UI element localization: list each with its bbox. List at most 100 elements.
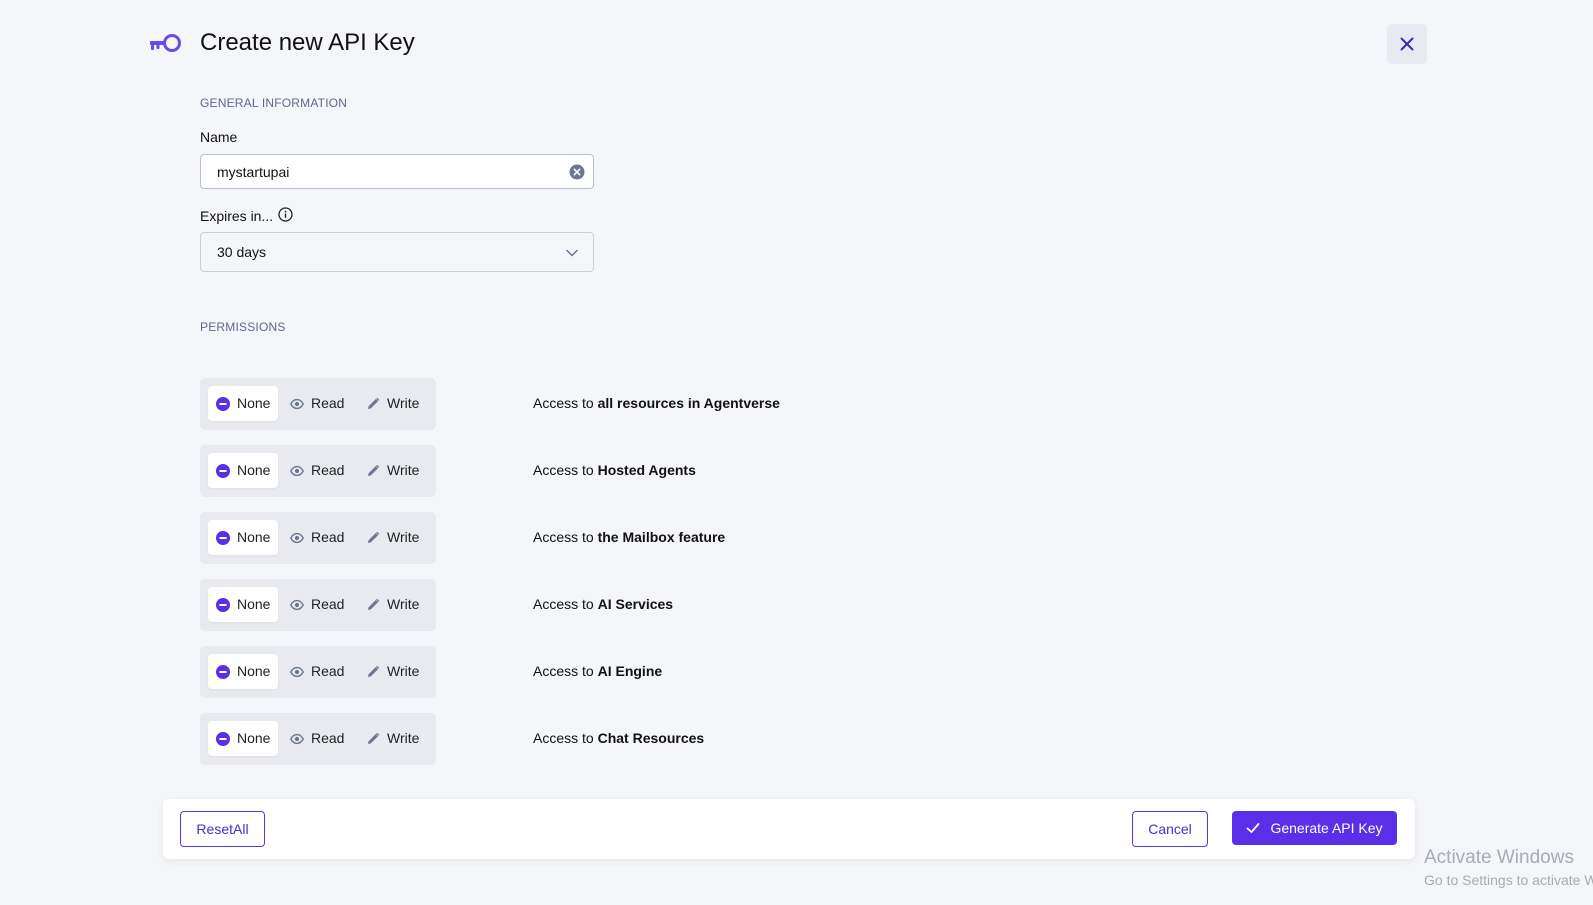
permission-none-label: None (237, 529, 271, 545)
check-icon (1247, 823, 1260, 833)
none-icon (216, 665, 230, 679)
reset-all-button[interactable]: ResetAll (180, 811, 265, 847)
permission-resource: all resources in Agentverse (597, 395, 780, 411)
permission-row: None Read Write Access to AI Services (200, 579, 900, 631)
permission-resource: Hosted Agents (597, 462, 696, 478)
permission-prefix: Access to (533, 462, 598, 478)
permission-level-toggle: None Read Write (200, 579, 436, 631)
permission-write-label: Write (387, 730, 420, 746)
permission-description: Access to AI Services (533, 596, 673, 613)
permission-write-option[interactable]: Write (358, 386, 428, 421)
permission-none-option[interactable]: None (208, 520, 278, 555)
permission-level-toggle: None Read Write (200, 512, 436, 564)
eye-icon (290, 666, 304, 678)
page-title: Create new API Key (200, 29, 415, 56)
pencil-icon (368, 598, 380, 610)
permission-none-option[interactable]: None (208, 721, 278, 756)
permission-none-label: None (237, 663, 271, 679)
permission-none-option[interactable]: None (208, 386, 278, 421)
permission-write-label: Write (387, 596, 420, 612)
permission-description: Access to all resources in Agentverse (533, 395, 780, 412)
clear-input-icon[interactable] (569, 164, 585, 180)
permission-write-option[interactable]: Write (358, 654, 428, 689)
permission-none-option[interactable]: None (208, 587, 278, 622)
footer-bar: ResetAll Cancel Generate API Key (163, 799, 1415, 859)
none-icon (216, 464, 230, 478)
eye-icon (290, 465, 304, 477)
general-information-heading: GENERAL INFORMATION (200, 96, 348, 110)
chevron-down-icon (566, 249, 578, 257)
permission-write-option[interactable]: Write (358, 453, 428, 488)
permission-prefix: Access to (533, 596, 598, 612)
activate-windows-watermark: Activate Windows (1424, 847, 1574, 868)
name-input[interactable]: mystartupai (200, 154, 594, 189)
permission-resource: the Mailbox feature (597, 529, 726, 545)
permission-level-toggle: None Read Write (200, 445, 436, 497)
activate-windows-subtitle: Go to Settings to activate Windows. (1424, 872, 1593, 888)
cancel-button[interactable]: Cancel (1132, 811, 1208, 847)
permission-resource: AI Engine (597, 663, 663, 679)
permission-read-option[interactable]: Read (282, 453, 354, 488)
expires-select-value: 30 days (217, 244, 267, 260)
permission-write-label: Write (387, 462, 420, 478)
permission-resource: AI Services (597, 596, 674, 612)
expires-select[interactable]: 30 days (200, 232, 594, 272)
info-icon[interactable] (278, 207, 293, 222)
permission-level-toggle: None Read Write (200, 378, 436, 430)
permission-write-option[interactable]: Write (358, 721, 428, 756)
permission-row: None Read Write Access to Chat Resources (200, 713, 900, 765)
name-label: Name (200, 129, 238, 145)
permission-read-label: Read (311, 529, 345, 545)
permission-prefix: Access to (533, 730, 598, 746)
permission-prefix: Access to (533, 529, 598, 545)
eye-icon (290, 398, 304, 410)
permission-read-label: Read (311, 730, 345, 746)
permission-none-option[interactable]: None (208, 453, 278, 488)
permission-read-option[interactable]: Read (282, 721, 354, 756)
eye-icon (290, 599, 304, 611)
permission-read-option[interactable]: Read (282, 386, 354, 421)
permission-read-label: Read (311, 462, 345, 478)
permission-none-label: None (237, 730, 271, 746)
permission-read-label: Read (311, 596, 345, 612)
key-icon (150, 34, 181, 52)
permission-prefix: Access to (533, 395, 598, 411)
close-icon (1400, 37, 1414, 51)
permission-write-option[interactable]: Write (358, 520, 428, 555)
none-icon (216, 397, 230, 411)
pencil-icon (368, 464, 380, 476)
permission-level-toggle: None Read Write (200, 713, 436, 765)
permission-none-label: None (237, 395, 271, 411)
expires-label: Expires in... (200, 208, 274, 224)
permission-read-option[interactable]: Read (282, 587, 354, 622)
generate-api-key-button[interactable]: Generate API Key (1232, 811, 1397, 845)
permission-level-toggle: None Read Write (200, 646, 436, 698)
permission-read-label: Read (311, 663, 345, 679)
name-input-value: mystartupai (217, 163, 290, 180)
permission-none-label: None (237, 462, 271, 478)
none-icon (216, 598, 230, 612)
permission-read-label: Read (311, 395, 345, 411)
pencil-icon (368, 732, 380, 744)
none-icon (216, 531, 230, 545)
permission-read-option[interactable]: Read (282, 654, 354, 689)
permission-description: Access to AI Engine (533, 663, 662, 680)
permission-write-label: Write (387, 529, 420, 545)
permission-row: None Read Write Access to Hosted Agents (200, 445, 900, 497)
generate-api-key-label: Generate API Key (1270, 820, 1383, 836)
close-button[interactable] (1387, 24, 1427, 64)
permission-write-label: Write (387, 395, 420, 411)
permission-prefix: Access to (533, 663, 598, 679)
eye-icon (290, 733, 304, 745)
permission-write-label: Write (387, 663, 420, 679)
permission-row: None Read Write Access to the Mailbox featu… (200, 512, 900, 564)
permission-write-option[interactable]: Write (358, 587, 428, 622)
permission-read-option[interactable]: Read (282, 520, 354, 555)
permissions-heading: PERMISSIONS (200, 320, 286, 334)
permission-none-option[interactable]: None (208, 654, 278, 689)
pencil-icon (368, 531, 380, 543)
permission-resource: Chat Resources (597, 730, 705, 746)
permission-description: Access to Chat Resources (533, 730, 704, 747)
permission-none-label: None (237, 596, 271, 612)
permission-row: None Read Write Access to AI Engine (200, 646, 900, 698)
